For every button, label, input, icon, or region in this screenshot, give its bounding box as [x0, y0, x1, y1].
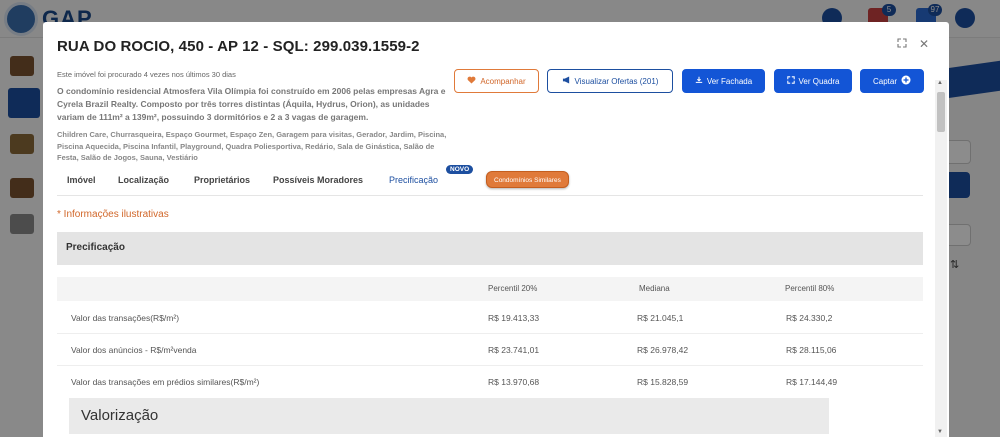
table-row: Valor dos anúncios - R$/m²venda R$ 23.74…	[57, 334, 923, 366]
column-header: Percentil 20%	[488, 284, 538, 293]
valorizacao-title: Valorização	[81, 407, 159, 424]
property-description: O condomínio residencial Atmosfera Vila …	[57, 86, 446, 122]
table-row: Valor das transações em prédios similare…	[57, 366, 923, 398]
property-modal: RUA DO ROCIO, 450 - AP 12 - SQL: 299.039…	[43, 22, 949, 437]
valorizacao-section: Valorização	[69, 398, 829, 434]
cell-p20: R$ 19.413,33	[488, 313, 540, 323]
ofertas-label: Visualizar Ofertas (201)	[574, 76, 659, 86]
table-header: Percentil 20% Mediana Percentil 80%	[57, 277, 923, 301]
ver-fachada-button[interactable]: Ver Fachada	[682, 69, 765, 93]
close-icon[interactable]: ✕	[917, 37, 931, 51]
plus-circle-icon	[901, 75, 911, 87]
cell-median: R$ 21.045,1	[637, 313, 684, 323]
pricing-section-header: Precificação	[57, 232, 923, 265]
tab-proprietarios[interactable]: Proprietários	[194, 175, 250, 185]
column-header: Mediana	[639, 284, 670, 293]
scroll-up-icon[interactable]: ▲	[937, 80, 943, 86]
expand-icon[interactable]	[895, 37, 909, 51]
visualizar-ofertas-button[interactable]: Visualizar Ofertas (201)	[547, 69, 673, 93]
scroll-down-icon[interactable]: ▼	[937, 429, 943, 435]
novo-badge: NOVO	[446, 165, 474, 174]
amenities-list: Children Care, Churrasqueira, Espaço Gou…	[57, 130, 447, 162]
cell-p80: R$ 24.330,2	[786, 313, 833, 323]
modal-scrollbar[interactable]: ▲ ▼	[935, 80, 947, 437]
row-label: Valor das transações em prédios similare…	[71, 377, 260, 387]
illustrative-note: * Informações ilustrativas	[57, 209, 169, 220]
acompanhar-label: Acompanhar	[480, 76, 526, 86]
cell-median: R$ 15.828,59	[637, 377, 689, 387]
fachada-label: Ver Fachada	[706, 76, 753, 86]
column-header: Percentil 80%	[785, 284, 835, 293]
quadra-label: Ver Quadra	[798, 76, 840, 86]
tab-possiveis-moradores[interactable]: Possíveis Moradores	[273, 175, 363, 185]
captar-label: Captar	[872, 76, 897, 86]
heart-icon	[467, 76, 476, 86]
acompanhar-button[interactable]: Acompanhar	[454, 69, 539, 93]
search-count-note: Este imóvel foi procurado 4 vezes nos úl…	[57, 70, 236, 79]
cell-median: R$ 26.978,42	[637, 345, 689, 355]
ver-quadra-button[interactable]: Ver Quadra	[774, 69, 852, 93]
scroll-thumb[interactable]	[937, 92, 945, 132]
megaphone-icon	[562, 76, 571, 86]
row-label: Valor dos anúncios - R$/m²venda	[71, 345, 197, 355]
captar-button[interactable]: Captar	[860, 69, 924, 93]
row-label: Valor das transações(R$/m²)	[71, 313, 180, 323]
tab-bar: Imóvel Localização Proprietários Possíve…	[57, 165, 923, 196]
expand-arrows-icon	[786, 76, 795, 86]
tab-precificacao[interactable]: Precificação	[389, 175, 438, 185]
cell-p80: R$ 28.115,06	[786, 345, 837, 355]
section-title: Precificação	[66, 242, 125, 253]
cell-p20: R$ 13.970,68	[488, 377, 540, 387]
cell-p20: R$ 23.741,01	[488, 345, 540, 355]
modal-title: RUA DO ROCIO, 450 - AP 12 - SQL: 299.039…	[57, 38, 420, 55]
tab-imovel[interactable]: Imóvel	[67, 175, 96, 185]
download-icon	[695, 76, 703, 86]
tab-localizacao[interactable]: Localização	[118, 175, 169, 185]
table-row: Valor das transações(R$/m²) R$ 19.413,33…	[57, 302, 923, 334]
cell-p80: R$ 17.144,49	[786, 377, 838, 387]
tab-condominios-similares[interactable]: Condomínios Similares	[486, 171, 569, 188]
